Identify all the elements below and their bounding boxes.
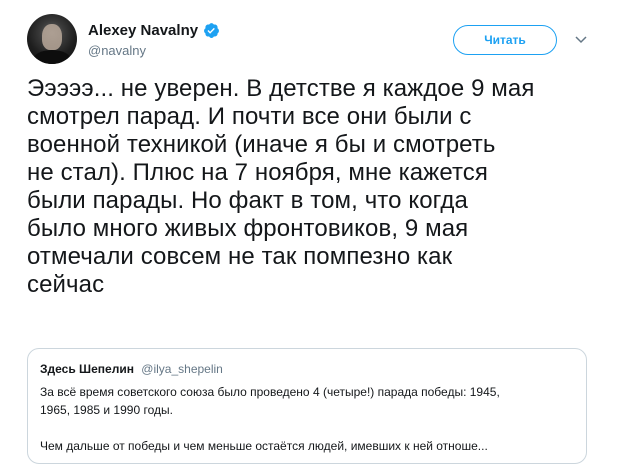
tweet-card: Alexey Navalny @navalny Читать Эээээ... … [0,0,620,472]
quoted-tweet-header: Здесь Шепелин @ilya_shepelin [40,361,574,377]
avatar[interactable] [27,14,77,64]
quoted-author-handle: @ilya_shepelin [141,362,223,376]
quoted-tweet-text: За всё время советского союза было прове… [40,385,500,453]
quoted-author-display-name: Здесь Шепелин [40,362,134,376]
tweet-header: Alexey Navalny @navalny Читать [27,14,597,64]
display-name-row: Alexey Navalny [88,20,220,40]
avatar-body [33,50,71,64]
avatar-face [42,24,62,50]
verified-badge-icon [203,22,220,39]
author-display-name[interactable]: Alexey Navalny [88,22,198,39]
author-name-block: Alexey Navalny @navalny [88,20,220,58]
tweet-text: Эээээ... не уверен. В детстве я каждое 9… [27,75,535,298]
follow-button[interactable]: Читать [453,25,557,55]
chevron-down-icon[interactable] [571,30,591,50]
quoted-tweet-card[interactable]: Здесь Шепелин @ilya_shepelin За всё врем… [27,348,587,464]
author-handle[interactable]: @navalny [88,43,220,58]
